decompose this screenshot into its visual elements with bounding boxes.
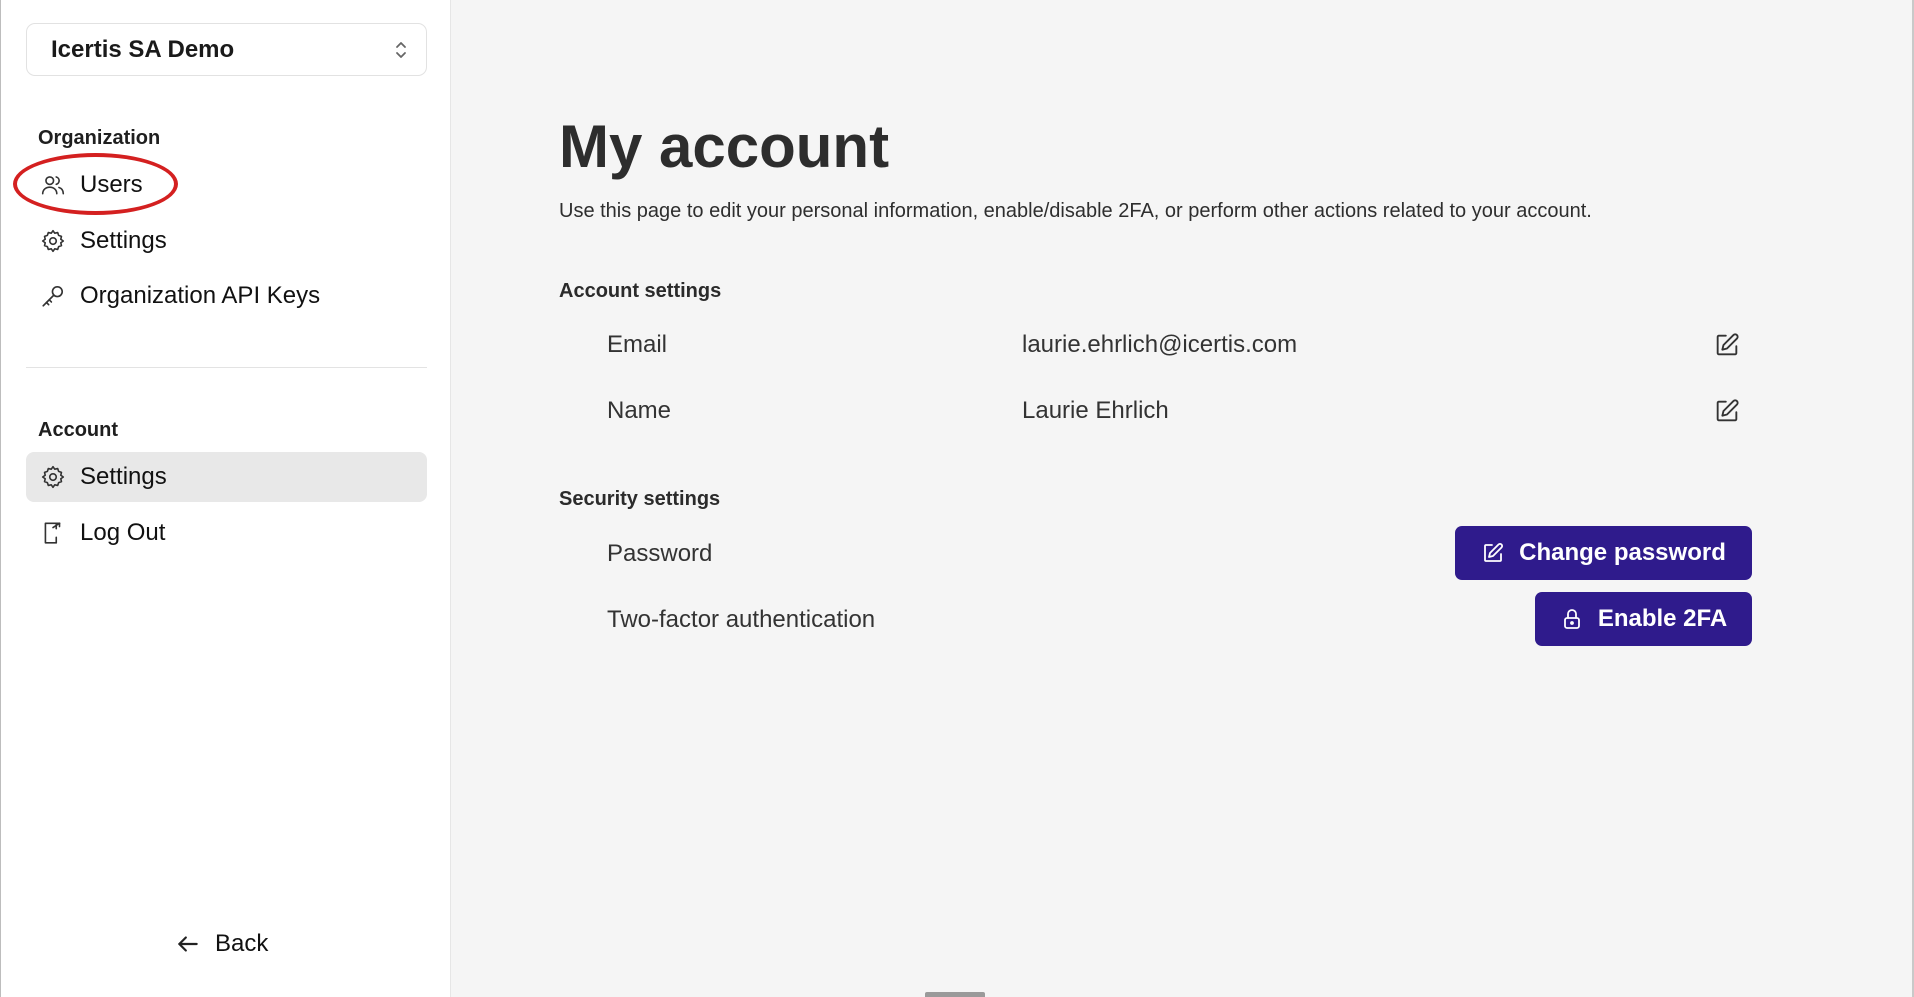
organization-section-label: Organization xyxy=(38,127,161,149)
sidebar-item-account-settings[interactable]: Settings xyxy=(26,452,427,502)
change-password-label: Change password xyxy=(1519,539,1726,566)
chevron-up-down-icon xyxy=(394,39,408,61)
back-label: Back xyxy=(215,930,269,957)
key-icon xyxy=(40,283,66,309)
gear-icon xyxy=(40,228,66,254)
page-title: My account xyxy=(559,113,890,180)
two-factor-label: Two-factor authentication xyxy=(607,606,876,633)
page-description: Use this page to edit your personal info… xyxy=(559,200,1592,222)
sidebar-item-org-settings[interactable]: Settings xyxy=(26,216,427,266)
security-settings-heading: Security settings xyxy=(559,488,721,510)
lock-icon xyxy=(1563,609,1580,629)
sidebar-item-logout[interactable]: Log Out xyxy=(26,508,427,558)
edit-name-icon[interactable] xyxy=(1713,397,1741,425)
name-label: Name xyxy=(607,397,672,424)
sidebar-item-label: Log Out xyxy=(80,519,166,546)
sidebar-item-label: Settings xyxy=(80,463,167,490)
org-selector[interactable]: Icertis SA Demo xyxy=(26,23,427,76)
sidebar-item-api-keys[interactable]: Organization API Keys xyxy=(26,271,427,321)
edit-email-icon[interactable] xyxy=(1713,331,1741,359)
email-value: laurie.ehrlich@icertis.com xyxy=(1022,331,1298,358)
scroll-handle[interactable] xyxy=(925,992,985,997)
account-settings-heading: Account settings xyxy=(559,280,722,302)
org-selector-value: Icertis SA Demo xyxy=(51,35,235,63)
enable-2fa-label: Enable 2FA xyxy=(1597,605,1728,632)
back-button[interactable]: Back xyxy=(175,930,268,958)
sidebar-item-label: Organization API Keys xyxy=(80,282,321,309)
change-password-button[interactable]: Change password xyxy=(1455,526,1752,580)
gear-icon xyxy=(40,464,66,490)
sidebar-divider xyxy=(26,367,427,368)
sidebar-item-label: Settings xyxy=(80,227,167,254)
password-label: Password xyxy=(607,540,713,567)
arrow-left-icon xyxy=(178,936,198,952)
email-label: Email xyxy=(607,331,668,358)
edit-icon xyxy=(1484,543,1504,562)
users-icon xyxy=(40,172,66,198)
sidebar: Icertis SA Demo Organization Users Setti… xyxy=(0,0,451,997)
name-value: Laurie Ehrlich xyxy=(1022,397,1169,424)
sidebar-item-label: Users xyxy=(80,171,143,198)
account-section-label: Account xyxy=(38,419,118,441)
sidebar-item-users[interactable]: Users xyxy=(26,160,427,210)
enable-2fa-button[interactable]: Enable 2FA xyxy=(1535,592,1752,646)
logout-icon xyxy=(40,520,66,546)
